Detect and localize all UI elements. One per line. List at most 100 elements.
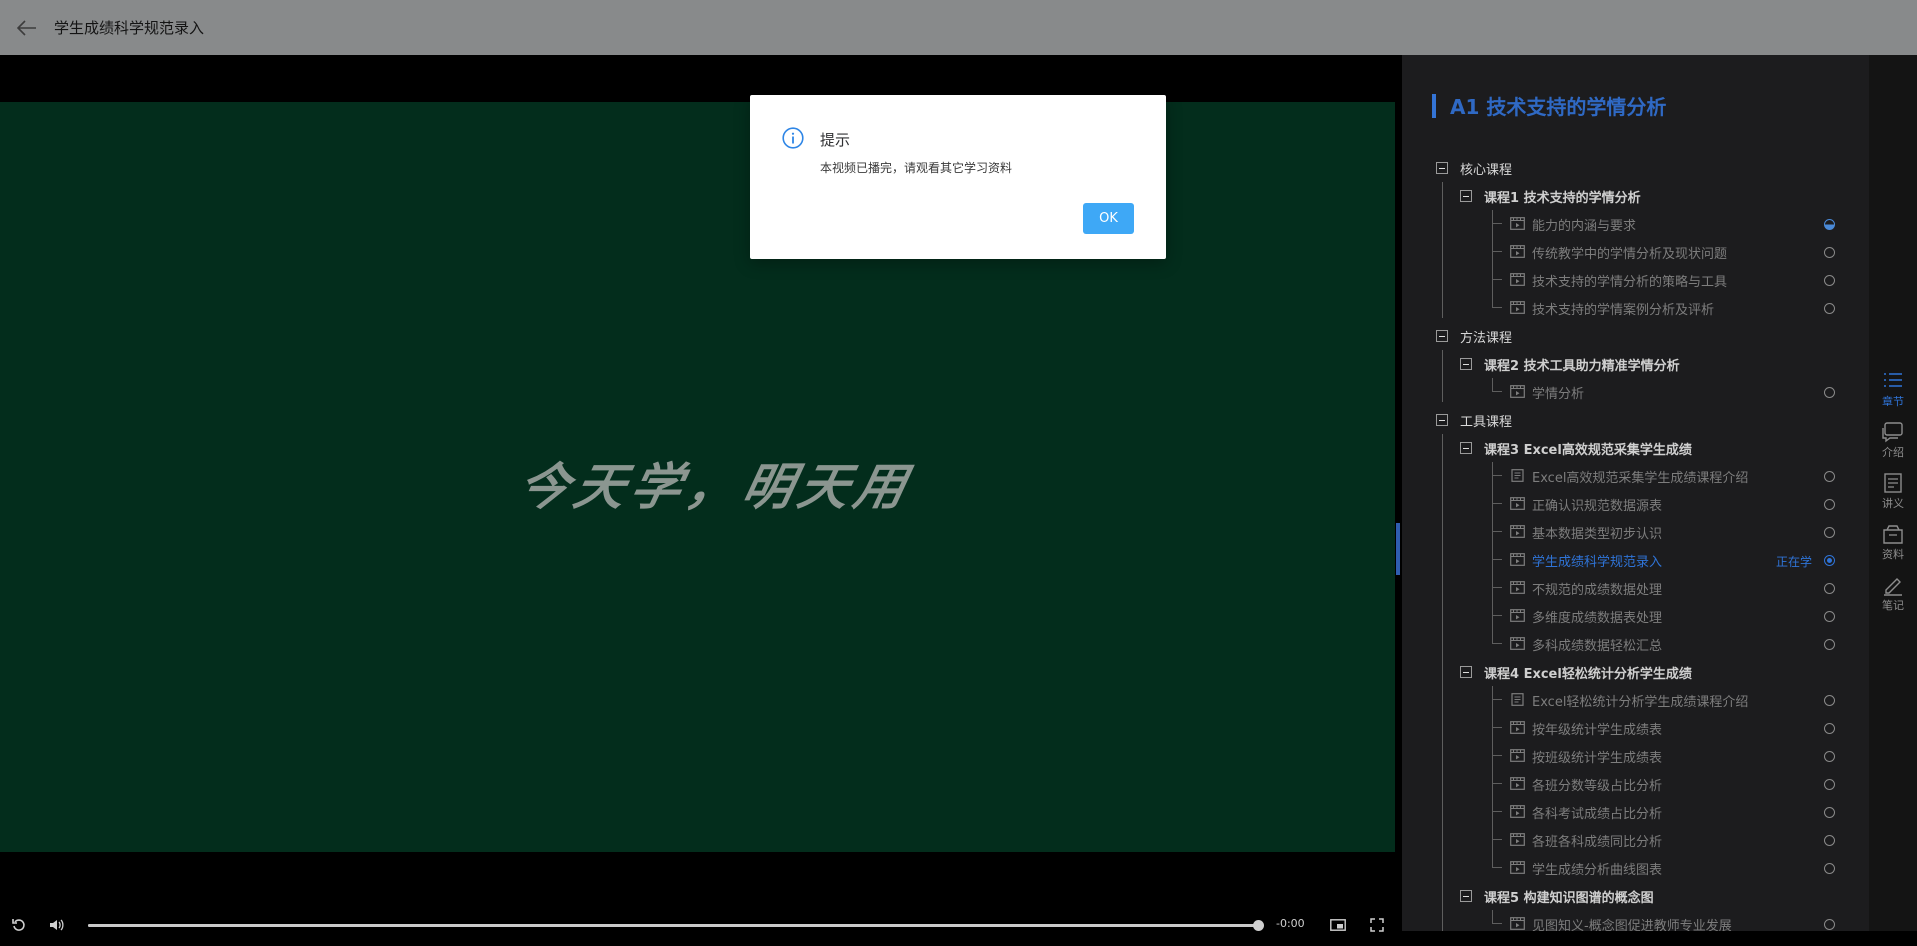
tab-label: 介绍 bbox=[1882, 446, 1904, 459]
progress-status-icon bbox=[1824, 583, 1835, 594]
progress-status-icon bbox=[1824, 863, 1835, 874]
lesson-item[interactable]: 见图知义-概念图促进教师专业发展 bbox=[1532, 910, 1732, 932]
group-label[interactable]: 方法课程 bbox=[1460, 322, 1512, 350]
title-accent-bar bbox=[1432, 93, 1436, 118]
video-icon bbox=[1510, 273, 1525, 286]
lesson-item[interactable]: 技术支持的学情案例分析及评析 bbox=[1532, 294, 1714, 322]
course-label[interactable]: 课程2 技术工具助力精准学情分析 bbox=[1484, 350, 1680, 378]
top-bar: 学生成绩科学规范录入 bbox=[0, 0, 1917, 55]
progress-status-icon bbox=[1824, 247, 1835, 258]
course-label[interactable]: 课程3 Excel高效规范采集学生成绩 bbox=[1484, 434, 1692, 462]
tree-elbow bbox=[1492, 490, 1502, 504]
tree-elbow bbox=[1492, 238, 1502, 252]
progress-status-icon bbox=[1824, 695, 1835, 706]
page-title: 学生成绩科学规范录入 bbox=[54, 19, 205, 37]
lesson-item[interactable]: 按班级统计学生成绩表 bbox=[1532, 742, 1662, 770]
tree-connector bbox=[1442, 350, 1443, 402]
lesson-item[interactable]: 学情分析 bbox=[1532, 378, 1584, 406]
lesson-item[interactable]: 各科考试成绩占比分析 bbox=[1532, 798, 1662, 826]
learning-badge: 正在学 bbox=[1776, 555, 1813, 569]
lesson-item[interactable]: Excel高效规范采集学生成绩课程介绍 bbox=[1532, 462, 1748, 490]
lesson-item[interactable]: Excel轻松统计分析学生成绩课程介绍 bbox=[1532, 686, 1748, 714]
picture-in-picture-button[interactable] bbox=[1319, 904, 1357, 946]
lesson-item[interactable]: 各班分数等级占比分析 bbox=[1532, 770, 1662, 798]
lesson-item[interactable]: 按年级统计学生成绩表 bbox=[1532, 714, 1662, 742]
lesson-item[interactable]: 技术支持的学情分析的策略与工具 bbox=[1532, 266, 1727, 294]
tree-elbow bbox=[1492, 910, 1502, 924]
tab-handout[interactable]: 讲义 bbox=[1869, 468, 1917, 516]
tab-label: 讲义 bbox=[1882, 497, 1904, 510]
tab-intro[interactable]: 介绍 bbox=[1869, 417, 1917, 465]
video-icon bbox=[1510, 637, 1525, 650]
progress-status-icon bbox=[1824, 499, 1835, 510]
collapse-toggle[interactable] bbox=[1460, 890, 1472, 902]
panel-resize-handle[interactable] bbox=[1396, 523, 1400, 575]
back-button[interactable] bbox=[0, 0, 54, 55]
fullscreen-icon bbox=[1370, 918, 1384, 932]
collapse-toggle[interactable] bbox=[1460, 666, 1472, 678]
tab-chapters[interactable]: 章节 bbox=[1869, 366, 1917, 414]
document-icon bbox=[1884, 473, 1902, 493]
progress-fill bbox=[88, 924, 1258, 927]
lesson-item[interactable]: 不规范的成绩数据处理 bbox=[1532, 574, 1662, 602]
lesson-item[interactable]: 正确认识规范数据源表 bbox=[1532, 490, 1662, 518]
tree-connector bbox=[1492, 378, 1493, 392]
tree-elbow bbox=[1492, 770, 1502, 784]
ok-button[interactable]: OK bbox=[1083, 203, 1134, 234]
tree-elbow bbox=[1492, 714, 1502, 728]
progress-status-icon bbox=[1824, 779, 1835, 790]
tab-materials[interactable]: 资料 bbox=[1869, 519, 1917, 567]
video-icon bbox=[1510, 833, 1525, 846]
replay-button[interactable] bbox=[0, 904, 38, 946]
tree-elbow bbox=[1492, 294, 1502, 308]
video-player[interactable]: 今天学，明天用 -0:00 bbox=[0, 55, 1402, 932]
tree-elbow bbox=[1492, 574, 1502, 588]
video-watermark: 今天学，明天用 bbox=[512, 457, 918, 516]
lesson-item[interactable]: 能力的内涵与要求 bbox=[1532, 210, 1636, 238]
document-icon bbox=[1511, 469, 1524, 482]
tree-elbow bbox=[1492, 210, 1502, 224]
group-label[interactable]: 核心课程 bbox=[1460, 154, 1512, 182]
collapse-toggle[interactable] bbox=[1460, 442, 1472, 454]
lesson-item[interactable]: 多维度成绩数据表处理 bbox=[1532, 602, 1662, 630]
dialog-title: 提示 bbox=[820, 131, 851, 149]
course-label[interactable]: 课程1 技术支持的学情分析 bbox=[1484, 182, 1641, 210]
tree-elbow bbox=[1492, 602, 1502, 616]
video-icon bbox=[1510, 777, 1525, 790]
collapse-toggle[interactable] bbox=[1436, 414, 1448, 426]
collapse-toggle[interactable] bbox=[1436, 162, 1448, 174]
video-icon bbox=[1510, 749, 1525, 762]
progress-status-icon bbox=[1824, 303, 1835, 314]
tree-connector bbox=[1442, 434, 1443, 931]
progress-knob[interactable] bbox=[1253, 920, 1264, 931]
video-icon bbox=[1510, 301, 1525, 314]
volume-button[interactable] bbox=[38, 904, 76, 946]
side-tab-rail: 章节介绍讲义资料笔记 bbox=[1869, 55, 1917, 931]
chapter-panel: A1 技术支持的学情分析 核心课程 课程1 技术支持的学情分析 能力的内涵与要求 传统… bbox=[1402, 55, 1869, 931]
lesson-item[interactable]: 传统教学中的学情分析及现状问题 bbox=[1532, 238, 1727, 266]
collapse-toggle[interactable] bbox=[1436, 330, 1448, 342]
group-label[interactable]: 工具课程 bbox=[1460, 406, 1512, 434]
collapse-toggle[interactable] bbox=[1460, 358, 1472, 370]
tab-notes[interactable]: 笔记 bbox=[1869, 570, 1917, 618]
lesson-item[interactable]: 基本数据类型初步认识 bbox=[1532, 518, 1662, 546]
lesson-item[interactable]: 多科成绩数据轻松汇总 bbox=[1532, 630, 1662, 658]
tree-elbow bbox=[1492, 742, 1502, 756]
video-icon bbox=[1510, 861, 1525, 874]
tree-elbow bbox=[1492, 854, 1502, 868]
lesson-item[interactable]: 学生成绩科学规范录入 bbox=[1532, 546, 1662, 574]
tab-label: 资料 bbox=[1882, 548, 1904, 561]
course-label[interactable]: 课程4 Excel轻松统计分析学生成绩 bbox=[1484, 658, 1692, 686]
video-icon bbox=[1510, 581, 1525, 594]
video-icon bbox=[1510, 917, 1525, 930]
lesson-item[interactable]: 各班各科成绩同比分析 bbox=[1532, 826, 1662, 854]
video-icon bbox=[1510, 217, 1525, 230]
video-frame[interactable]: 今天学，明天用 bbox=[0, 102, 1395, 852]
fullscreen-button[interactable] bbox=[1358, 904, 1396, 946]
lesson-item[interactable]: 学生成绩分析曲线图表 bbox=[1532, 854, 1662, 882]
progress-status-icon bbox=[1824, 471, 1835, 482]
chat-icon bbox=[1882, 422, 1903, 443]
progress-bar[interactable] bbox=[88, 920, 1264, 931]
course-label[interactable]: 课程5 构建知识图谱的概念图 bbox=[1484, 882, 1654, 910]
collapse-toggle[interactable] bbox=[1460, 190, 1472, 202]
